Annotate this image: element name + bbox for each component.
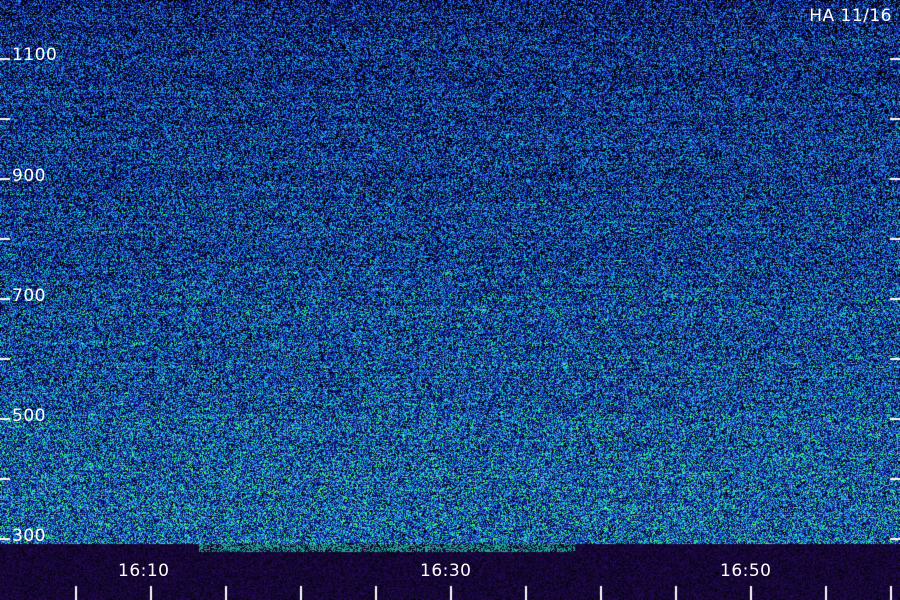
y-tick-label-300: 300 — [12, 526, 46, 546]
x-tick-label-1610: 16:10 — [118, 561, 170, 581]
y-tick-label-1100: 1100 — [12, 45, 58, 65]
station-date-label: HA 11/16 — [809, 6, 892, 26]
spectrogram-canvas — [0, 0, 900, 600]
y-tick-label-900: 900 — [12, 166, 46, 186]
x-tick-label-1650: 16:50 — [720, 561, 772, 581]
x-tick-label-1630: 16:30 — [420, 561, 472, 581]
y-tick-label-700: 700 — [12, 286, 46, 306]
y-tick-label-500: 500 — [12, 406, 46, 426]
